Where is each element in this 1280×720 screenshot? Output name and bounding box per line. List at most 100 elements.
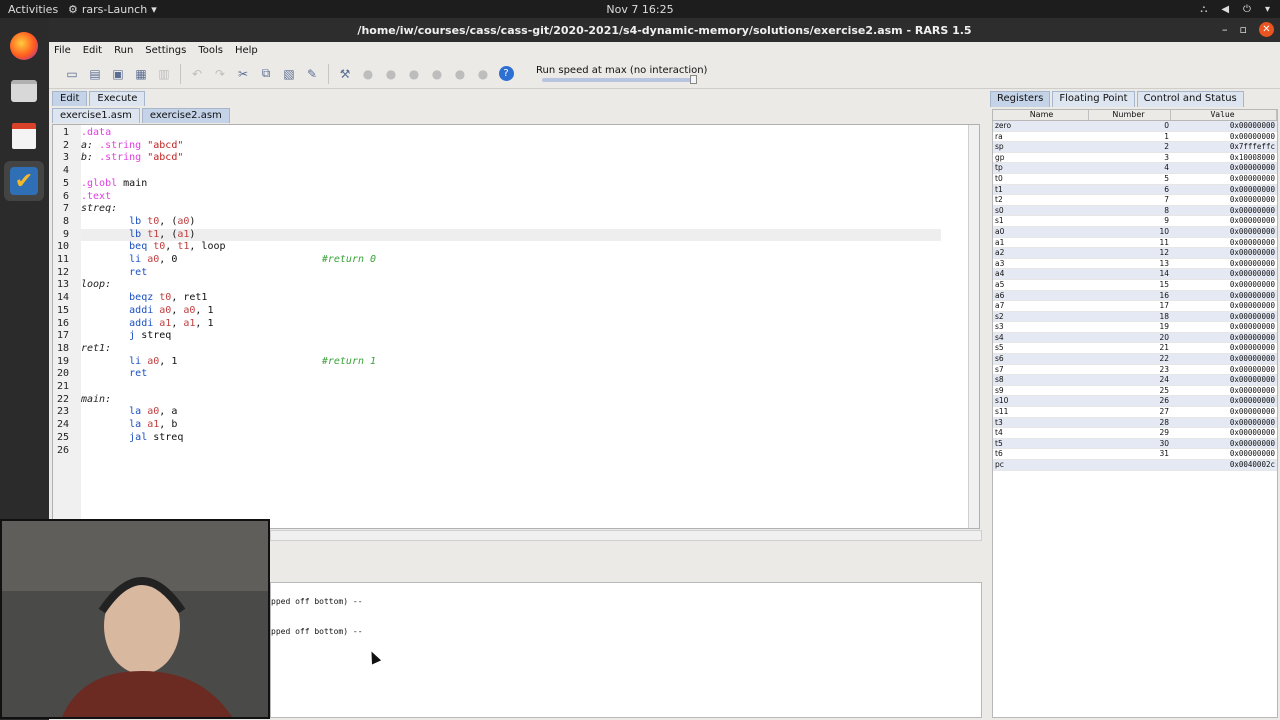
rars-icon[interactable]: ✔ [4,161,44,201]
column-number[interactable]: Number [1089,110,1171,120]
close-icon[interactable]: ✕ [1259,22,1274,37]
code-line[interactable]: la a0, a [81,406,941,419]
cut-icon[interactable]: ✂ [232,63,254,85]
save-as-icon[interactable]: ▦ [130,63,152,85]
code-line[interactable]: j streq [81,330,941,343]
code-line[interactable]: jal streq [81,432,941,445]
run-speed-slider[interactable] [542,75,697,84]
register-row[interactable]: ra 1 0x00000000 [993,132,1277,143]
code-line[interactable]: beq t0, t1, loop [81,241,941,254]
code-line[interactable]: a: .string "abcd" [81,140,941,153]
register-row[interactable]: a1 11 0x00000000 [993,238,1277,249]
register-row[interactable]: t3 28 0x00000000 [993,417,1277,429]
code-line[interactable]: lb t1, (a1) [81,228,941,242]
tab-execute[interactable]: Execute [89,91,146,106]
menu-help[interactable]: Help [235,45,258,56]
reset-icon[interactable]: ● [472,63,494,85]
register-row[interactable]: t0 5 0x00000000 [993,174,1277,185]
code-line[interactable]: beqz t0, ret1 [81,292,941,305]
step-icon[interactable]: ● [380,63,402,85]
code-line[interactable] [81,445,941,458]
column-value[interactable]: Value [1171,110,1277,120]
code-line[interactable]: lb t0, (a0) [81,216,941,229]
run-speed-slider-knob[interactable] [690,75,697,84]
code-line[interactable]: ret [81,368,941,381]
code-line[interactable] [81,165,941,178]
code-line[interactable]: loop: [81,279,941,292]
code-editor[interactable]: 1 2 3 4 5 6 7 8 9 10 11 12 13 14 15 16 17 18 19 20 21 22 23 24 2… [52,124,980,529]
register-row[interactable]: s8 24 0x00000000 [993,375,1277,386]
maximize-icon[interactable]: ▫ [1240,23,1247,36]
new-file-icon[interactable]: ▭ [61,63,83,85]
register-row[interactable]: t4 29 0x00000000 [993,428,1277,439]
register-row[interactable]: s0 8 0x00000000 [993,205,1277,217]
copy-icon[interactable]: ⧉ [255,63,277,85]
code-line[interactable]: streq: [81,203,941,216]
register-row[interactable]: a3 13 0x00000000 [993,259,1277,270]
tab-exercise1[interactable]: exercise1.asm [52,108,140,123]
register-row[interactable]: a0 10 0x00000000 [993,226,1277,238]
assemble-icon[interactable]: ⚒ [334,63,356,85]
messages-panel[interactable]: pped off bottom) -- pped off bottom) -- [270,582,982,718]
code-line[interactable]: li a0, 1 #return 1 [81,356,941,369]
register-row[interactable]: s3 19 0x00000000 [993,322,1277,333]
code-line[interactable]: .globl main [81,178,941,191]
code-line[interactable]: addi a1, a1, 1 [81,318,941,331]
register-row[interactable]: s6 22 0x00000000 [993,354,1277,365]
clock[interactable]: Nov 7 16:25 [0,3,1280,16]
find-replace-icon[interactable]: ✎ [301,63,323,85]
tab-exercise2[interactable]: exercise2.asm [141,108,230,123]
menu-file[interactable]: File [54,45,71,56]
register-row[interactable]: a6 16 0x00000000 [993,290,1277,302]
menu-edit[interactable]: Edit [83,45,102,56]
column-name[interactable]: Name [993,110,1089,120]
activities-button[interactable]: Activities [0,3,68,16]
code-line[interactable]: .text [81,191,941,204]
run-icon[interactable]: ● [357,63,379,85]
register-row[interactable]: s1 9 0x00000000 [993,216,1277,227]
register-row[interactable]: s2 18 0x00000000 [993,311,1277,323]
register-row[interactable]: s4 20 0x00000000 [993,332,1277,344]
paste-icon[interactable]: ▧ [278,63,300,85]
register-row[interactable]: a7 17 0x00000000 [993,301,1277,312]
backstep-icon[interactable]: ● [403,63,425,85]
tab-registers[interactable]: Registers [990,91,1051,107]
code-line[interactable]: addi a0, a0, 1 [81,305,941,318]
register-row[interactable]: pc 0x0040002c [993,460,1277,471]
menu-run[interactable]: Run [114,45,133,56]
editor-vertical-scrollbar[interactable] [968,125,979,528]
save-icon[interactable]: ▣ [107,63,129,85]
register-row[interactable]: t2 7 0x00000000 [993,195,1277,206]
system-tray[interactable]: ⛬ ◀ ⏻ ▾ [1200,4,1270,15]
code-line[interactable]: .data [81,127,941,140]
menu-tools[interactable]: Tools [198,45,223,56]
register-row[interactable]: a2 12 0x00000000 [993,248,1277,259]
register-row[interactable]: zero 0 0x00000000 [993,121,1277,132]
title-bar[interactable]: /home/iw/courses/cass/cass-git/2020-2021… [49,18,1280,42]
stop-icon[interactable]: ● [449,63,471,85]
code-line[interactable]: li a0, 0 #return 0 [81,254,941,267]
register-row[interactable]: sp 2 0x7fffeffc [993,142,1277,153]
register-row[interactable]: s11 27 0x00000000 [993,407,1277,418]
editor-horizontal-scrollbar[interactable] [270,530,982,541]
text-editor-icon[interactable] [4,116,44,156]
tab-edit[interactable]: Edit [52,91,88,106]
register-row[interactable]: gp 3 0x10008000 [993,153,1277,164]
undo-icon[interactable]: ↶ [186,63,208,85]
register-row[interactable]: a5 15 0x00000000 [993,280,1277,291]
register-row[interactable]: t1 6 0x00000000 [993,184,1277,196]
register-row[interactable]: s9 25 0x00000000 [993,386,1277,397]
register-row[interactable]: a4 14 0x00000000 [993,269,1277,280]
tab-control-status[interactable]: Control and Status [1136,91,1244,107]
tab-floating-point[interactable]: Floating Point [1052,91,1135,107]
register-row[interactable]: t5 30 0x00000000 [993,438,1277,450]
code-line[interactable]: b: .string "abcd" [81,152,941,165]
redo-icon[interactable]: ↷ [209,63,231,85]
menu-settings[interactable]: Settings [145,45,186,56]
code-line[interactable]: la a1, b [81,419,941,432]
register-row[interactable]: t6 31 0x00000000 [993,449,1277,460]
minimize-icon[interactable]: – [1222,23,1228,36]
open-folder-icon[interactable]: ▤ [84,63,106,85]
help-icon[interactable]: ? [495,63,517,85]
code-line[interactable]: ret1: [81,343,941,356]
